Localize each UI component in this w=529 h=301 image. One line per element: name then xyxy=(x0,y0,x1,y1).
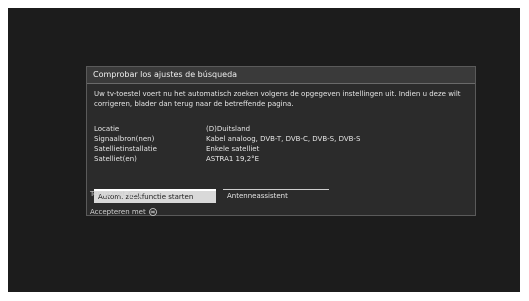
antenna-assistant-button[interactable]: Antenneassistent xyxy=(223,189,329,203)
setting-value: Kabel analoog, DVB-T, DVB-C, DVB-S, DVB-… xyxy=(206,135,361,143)
tv-screen: Comprobar los ajustes de búsqueda Uw tv-… xyxy=(8,8,520,292)
accept-hint-label: Accepteren met xyxy=(90,208,146,216)
accept-hint: Accepteren met xyxy=(90,206,157,218)
setting-row-location: Locatie (D)Duitsland xyxy=(94,124,464,134)
setting-row-satellites: Satelliet(en) ASTRA1 19,2°E xyxy=(94,154,464,164)
setting-label: Signaalbron(nen) xyxy=(94,135,155,143)
settings-summary: Locatie (D)Duitsland Signaalbron(nen) Ka… xyxy=(94,124,464,164)
setting-value: Enkele satelliet xyxy=(206,145,260,153)
setting-value: (D)Duitsland xyxy=(206,125,251,133)
setting-row-satellite-installation: Satellietinstallatie Enkele satelliet xyxy=(94,144,464,154)
setting-value: ASTRA1 19,2°E xyxy=(206,155,260,163)
back-hint: Terug met xyxy=(90,188,142,200)
setting-label: Satelliet(en) xyxy=(94,155,137,163)
back-key-icon xyxy=(128,190,142,198)
search-settings-dialog: Comprobar los ajustes de búsqueda Uw tv-… xyxy=(86,66,476,216)
setting-label: Locatie xyxy=(94,125,120,133)
dialog-title: Comprobar los ajustes de búsqueda xyxy=(87,67,475,84)
back-hint-label: Terug met xyxy=(90,190,126,198)
setting-label: Satellietinstallatie xyxy=(94,145,157,153)
setting-row-signal-sources: Signaalbron(nen) Kabel analoog, DVB-T, D… xyxy=(94,134,464,144)
ok-key-icon xyxy=(148,208,157,216)
dialog-intro-text: Uw tv-toestel voert nu het automatisch z… xyxy=(94,90,461,108)
